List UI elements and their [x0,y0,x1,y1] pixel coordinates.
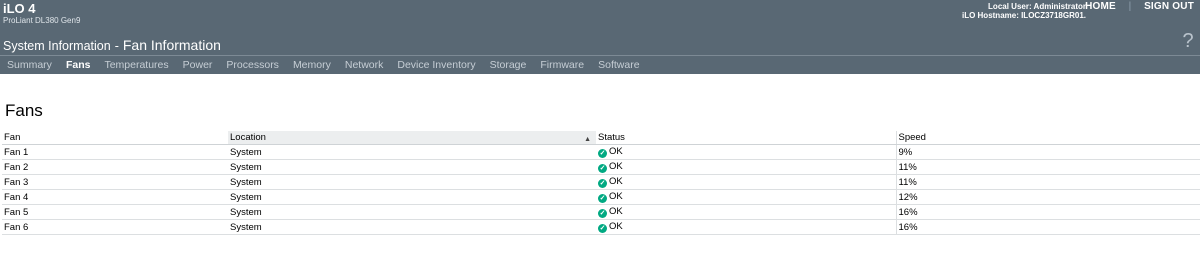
fan-name: Fan 4 [2,189,228,205]
tab-memory[interactable]: Memory [286,57,338,74]
check-circle-icon: ✓ [598,209,607,218]
fan-name: Fan 6 [2,219,228,235]
top-links: HOME | SIGN OUT [1085,1,1194,12]
tab-power[interactable]: Power [176,57,220,74]
check-circle-icon: ✓ [598,224,607,233]
table-row: Fan 6 System ✓ OK 16% [2,219,1200,235]
product-name: iLO 4 [3,1,36,16]
fan-status-text: OK [609,206,623,217]
fan-speed: 12% [895,189,1200,205]
table-row: Fan 4 System ✓ OK 12% [2,189,1200,205]
fan-status: ✓ OK [596,189,896,205]
fan-location: System [228,219,596,235]
fan-location: System [228,159,596,175]
fan-status: ✓ OK [596,144,896,160]
fan-name: Fan 2 [2,159,228,175]
fan-status-text: OK [609,146,623,157]
fan-speed: 16% [895,219,1200,235]
fan-status-text: OK [609,191,623,202]
tab-bar: Summary Fans Temperatures Power Processo… [0,57,647,74]
tab-storage[interactable]: Storage [483,57,534,74]
column-header-location[interactable]: Location ▲ [228,131,596,145]
fan-name: Fan 5 [2,204,228,220]
top-banner: iLO 4 ProLiant DL380 Gen9 Local User: Ad… [0,0,1200,74]
fan-speed: 11% [895,159,1200,175]
tab-device-inventory[interactable]: Device Inventory [390,57,482,74]
tab-fans[interactable]: Fans [59,57,98,74]
column-header-location-label: Location [230,132,266,143]
tab-processors[interactable]: Processors [219,57,286,74]
check-circle-icon: ✓ [598,179,607,188]
fan-status: ✓ OK [596,159,896,175]
table-row: Fan 3 System ✓ OK 11% [2,174,1200,190]
column-header-fan[interactable]: Fan [2,131,228,145]
home-link[interactable]: HOME [1085,1,1116,12]
tab-summary[interactable]: Summary [0,57,59,74]
fan-speed: 9% [895,144,1200,160]
local-user-label: Local User: Administrator [988,2,1086,11]
table-header-row: Fan Location ▲ Status Speed [2,131,1200,145]
column-header-status[interactable]: Status [596,131,896,145]
fan-name: Fan 1 [2,144,228,160]
help-icon[interactable]: ? [1180,31,1196,51]
fan-status: ✓ OK [596,219,896,235]
fan-name: Fan 3 [2,174,228,190]
fan-speed: 16% [895,204,1200,220]
tab-network[interactable]: Network [338,57,391,74]
fans-table: Fan Location ▲ Status Speed Fan 1 System … [2,131,1200,235]
page-title-sub: Fan Information [122,37,221,53]
fan-location: System [228,189,596,205]
section-title: Fans [5,101,43,120]
fan-speed: 11% [895,174,1200,190]
column-header-speed[interactable]: Speed [895,131,1200,145]
server-model: ProLiant DL380 Gen9 [3,16,81,25]
tab-software[interactable]: Software [591,57,646,74]
table-row: Fan 5 System ✓ OK 16% [2,204,1200,220]
check-circle-icon: ✓ [598,149,607,158]
tab-firmware[interactable]: Firmware [533,57,591,74]
tab-temperatures[interactable]: Temperatures [97,57,175,74]
check-circle-icon: ✓ [598,194,607,203]
sign-out-link[interactable]: SIGN OUT [1144,1,1194,12]
session-info: Local User: Administrator iLO Hostname: … [962,2,1086,20]
table-row: Fan 1 System ✓ OK 9% [2,144,1200,160]
header-divider [0,55,1200,56]
fan-location: System [228,204,596,220]
fan-status-text: OK [609,161,623,172]
table-row: Fan 2 System ✓ OK 11% [2,159,1200,175]
fan-status-text: OK [609,176,623,187]
page-title: System Information - Fan Information [3,37,221,54]
fan-status-text: OK [609,221,623,232]
ilo-hostname-label: iLO Hostname: ILOCZ3718GR01. [961,11,1086,20]
link-separator: | [1128,1,1132,12]
sort-ascending-icon: ▲ [584,136,591,143]
page-title-main: System Information [3,39,111,53]
fan-status: ✓ OK [596,204,896,220]
page-title-separator: - [114,39,119,53]
fan-location: System [228,144,596,160]
fan-location: System [228,174,596,190]
check-circle-icon: ✓ [598,164,607,173]
fan-status: ✓ OK [596,174,896,190]
